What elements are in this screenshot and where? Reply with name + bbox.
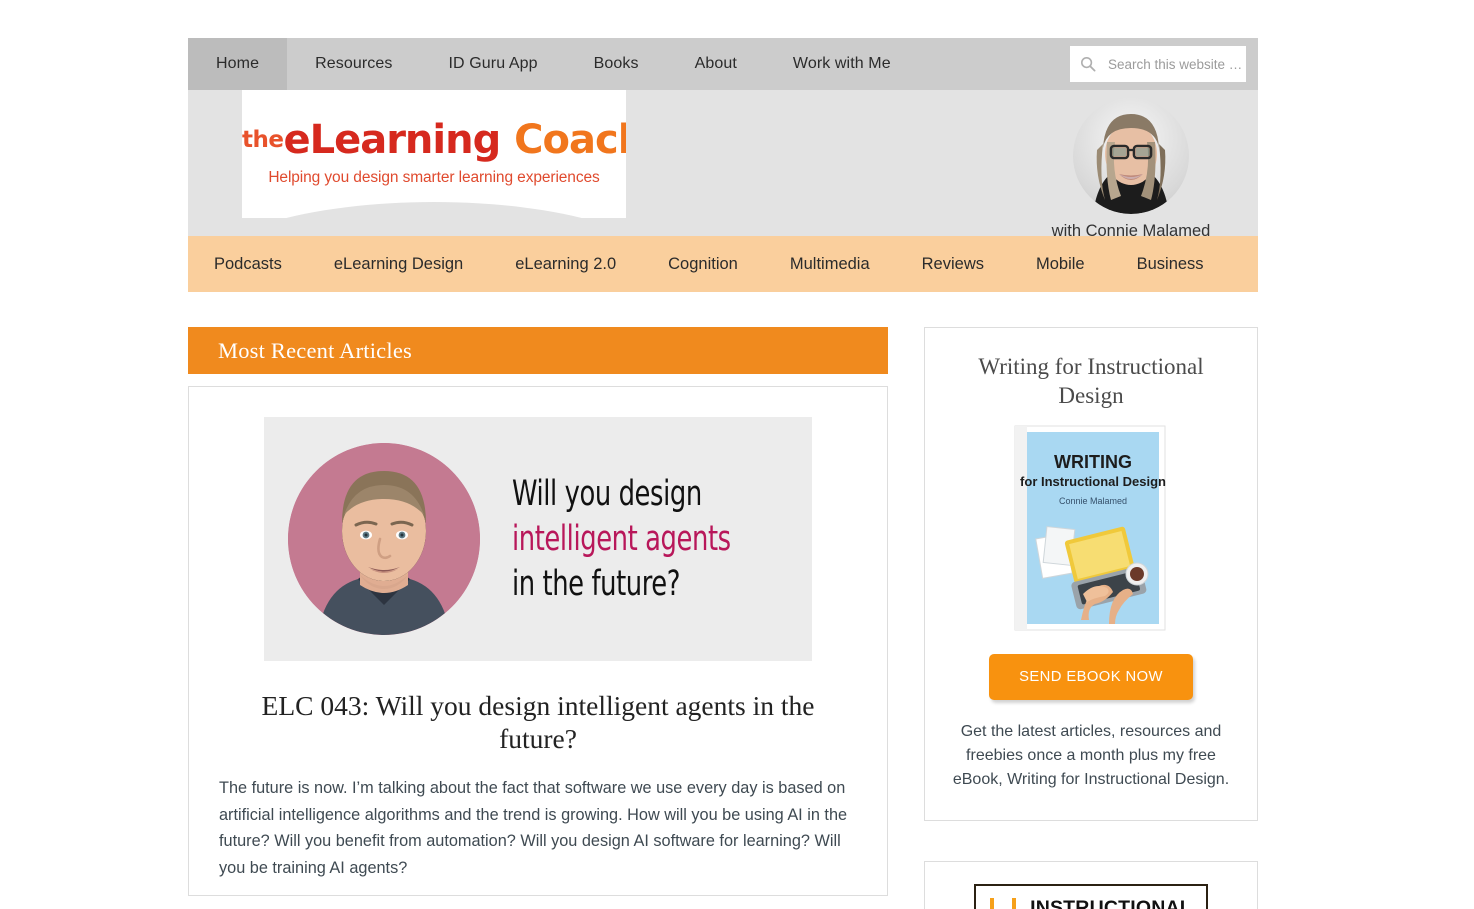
- nav-item-label: Books: [593, 55, 639, 72]
- section-header: Most Recent Articles: [188, 327, 888, 374]
- subnav-item-cognition[interactable]: Cognition: [642, 255, 764, 274]
- logo-curve-decoration: [242, 202, 626, 218]
- subnav-item-label: eLearning Design: [333, 254, 464, 273]
- site-logo[interactable]: theeLearning Coach Helping you design sm…: [242, 90, 626, 218]
- nav-item-label: Home: [216, 55, 260, 72]
- nav-item-books[interactable]: Books: [566, 38, 667, 90]
- subnav-item-podcasts[interactable]: Podcasts: [188, 255, 308, 274]
- logo-inner: theeLearning Coach Helping you design sm…: [242, 118, 626, 187]
- article-excerpt: The future is now. I’m talking about the…: [219, 779, 848, 877]
- subnav-item-label: Multimedia: [789, 254, 870, 273]
- ebook-signup-widget: Writing for Instructional Design WRITING…: [924, 327, 1258, 821]
- nav-item-id-guru-app[interactable]: ID Guru App: [420, 38, 565, 90]
- subnav-item-label: Cognition: [668, 254, 738, 273]
- instructional-systems-logo[interactable]: INSTRUCTIONAL SYSTEMS: [974, 884, 1208, 909]
- article-card: Will you design intelligent agents in th…: [188, 386, 888, 896]
- subnav-item-business[interactable]: Business: [1111, 255, 1230, 274]
- search-box[interactable]: [1070, 46, 1287, 82]
- article-title-link[interactable]: ELC 043: Will you design intelligent age…: [231, 689, 845, 755]
- search-icon: [1080, 56, 1096, 72]
- browser-page: Home Resources ID Guru App Books About W…: [0, 0, 1474, 909]
- content-area: Most Recent Articles Will you design int…: [188, 292, 1258, 909]
- site-header: theeLearning Coach Helping you design sm…: [188, 90, 1258, 240]
- isd-wordmark: INSTRUCTIONAL SYSTEMS: [1030, 897, 1192, 909]
- ebook-cover-image: WRITING for Instructional Design Connie …: [1009, 424, 1173, 632]
- author-caption: with Connie Malamed: [1051, 222, 1211, 240]
- subnav-item-label: Business: [1136, 254, 1204, 273]
- svg-text:Connie Malamed: Connie Malamed: [1059, 496, 1127, 506]
- nav-item-home[interactable]: Home: [188, 38, 288, 90]
- nav-item-work-with-me[interactable]: Work with Me: [765, 38, 919, 90]
- author-block[interactable]: with Connie Malamed: [1016, 98, 1246, 241]
- primary-navigation: Home Resources ID Guru App Books About W…: [188, 38, 1287, 90]
- subnav-item-multimedia[interactable]: Multimedia: [764, 255, 896, 274]
- sidebar: Writing for Instructional Design WRITING…: [924, 327, 1258, 909]
- subnav-item-elearning-20[interactable]: eLearning 2.0: [489, 255, 642, 274]
- isd-line-1: INSTRUCTIONAL: [1030, 897, 1192, 909]
- subnav-item-mobile[interactable]: Mobile: [1010, 255, 1111, 274]
- article-featured-image[interactable]: Will you design intelligent agents in th…: [264, 417, 812, 661]
- subnav-item-label: eLearning 2.0: [515, 254, 617, 273]
- nav-item-about[interactable]: About: [667, 38, 765, 90]
- page-title: Most Recent Articles: [218, 337, 412, 363]
- ebook-widget-description: Get the latest articles, resources and f…: [952, 723, 1230, 788]
- guest-portrait-photo: [288, 443, 480, 635]
- featured-text-line-3: in the future?: [512, 563, 681, 604]
- isd-monogram-icon: [986, 894, 1020, 909]
- nav-item-label: ID Guru App: [448, 55, 538, 72]
- logo-elearning: eLearning: [283, 117, 501, 163]
- logo-coach: Coach: [514, 117, 626, 163]
- featured-image-text: Will you design intelligent agents in th…: [512, 472, 731, 607]
- subnav-item-reviews[interactable]: Reviews: [896, 255, 1010, 274]
- subnav-item-label: Reviews: [921, 254, 984, 273]
- site-container: Home Resources ID Guru App Books About W…: [188, 38, 1287, 909]
- featured-text-line-1: Will you design: [512, 473, 702, 514]
- svg-text:for Instructional Design: for Instructional Design: [1020, 474, 1166, 489]
- subnav-item-label: Podcasts: [214, 254, 282, 273]
- svg-text:WRITING: WRITING: [1054, 452, 1132, 472]
- sponsor-widget: INSTRUCTIONAL SYSTEMS: [924, 861, 1258, 909]
- nav-item-resources[interactable]: Resources: [287, 38, 420, 90]
- subnav-item-label: Mobile: [1036, 254, 1085, 273]
- secondary-navigation: Podcasts eLearning Design eLearning 2.0 …: [188, 236, 1258, 292]
- featured-text-line-2: intelligent agents: [512, 518, 731, 559]
- logo-the: the: [242, 127, 284, 153]
- ebook-widget-title: Writing for Instructional Design: [978, 354, 1204, 408]
- send-ebook-button[interactable]: SEND EBOOK NOW: [989, 654, 1193, 700]
- logo-wordmark: theeLearning Coach: [242, 118, 626, 162]
- avatar: [1073, 98, 1189, 214]
- subnav-item-elearning-design[interactable]: eLearning Design: [308, 255, 489, 274]
- nav-item-label: About: [694, 55, 737, 72]
- logo-tagline: Helping you design smarter learning expe…: [268, 169, 600, 186]
- nav-item-label: Resources: [315, 55, 393, 72]
- main-column: Most Recent Articles Will you design int…: [188, 327, 888, 896]
- nav-item-label: Work with Me: [792, 55, 891, 72]
- search-input[interactable]: [1096, 55, 1287, 73]
